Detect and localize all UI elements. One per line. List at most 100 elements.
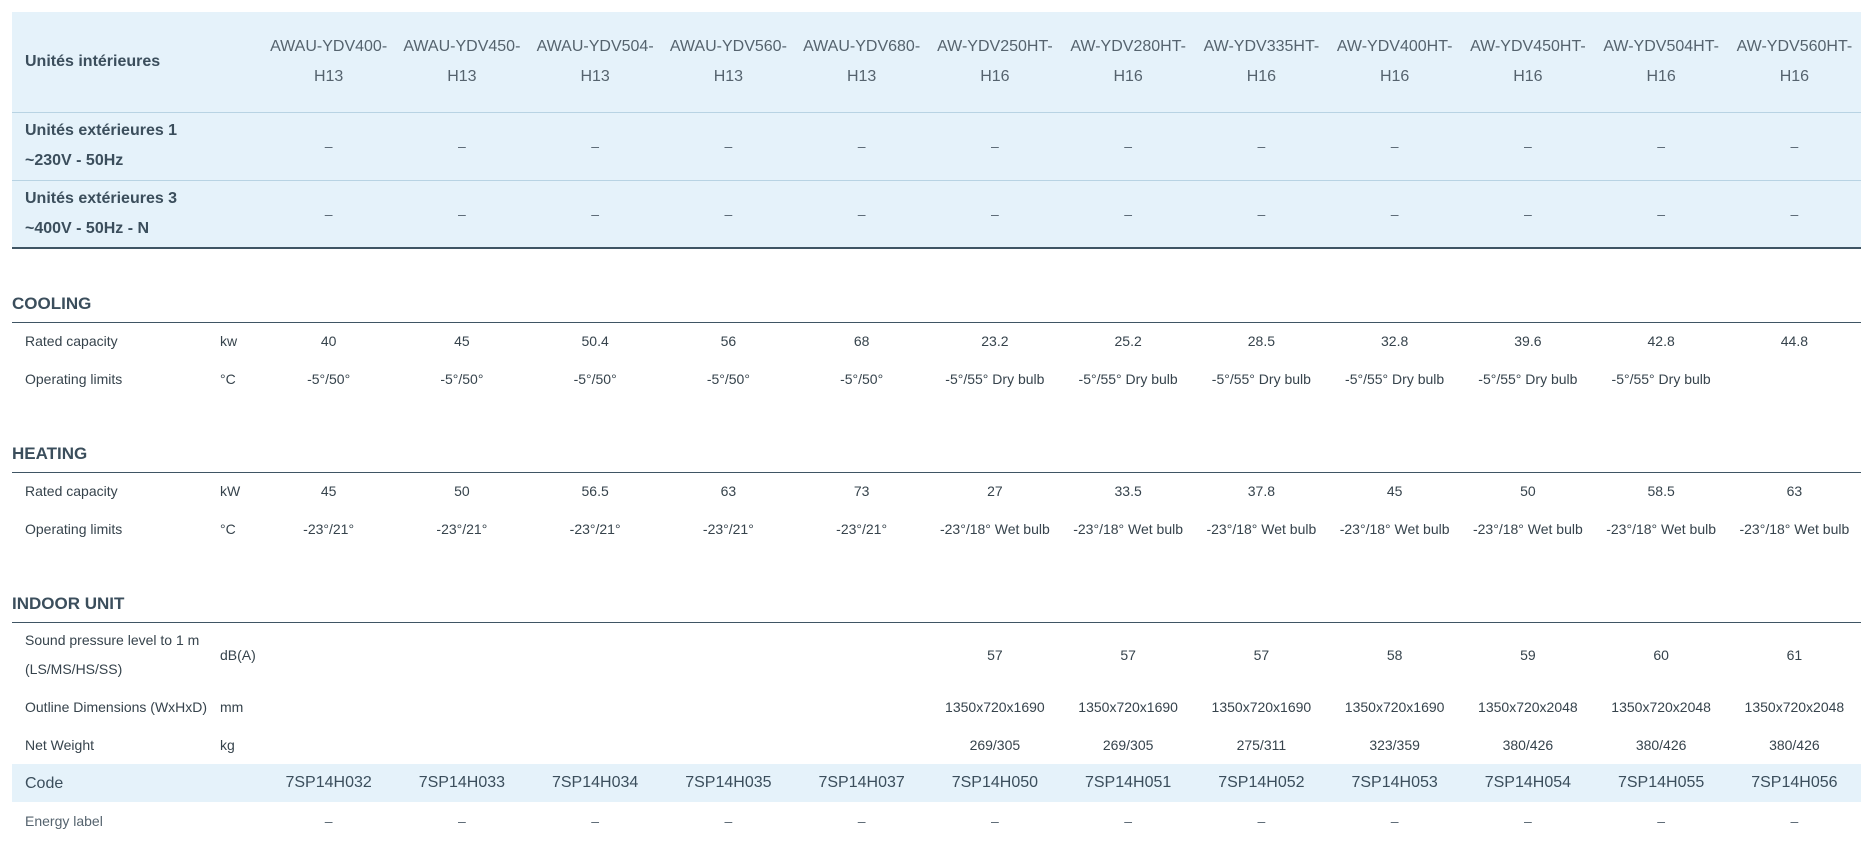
cell-value: 1350x720x2048 (1744, 699, 1845, 715)
cell-value: 1350x720x2048 (1478, 699, 1578, 715)
product-code: 7SP14H033 (395, 764, 529, 802)
row-label: Rated capacity (25, 332, 118, 349)
cell-value (395, 622, 528, 688)
heating-section-row: HEATING (12, 430, 1861, 473)
indoor-units-label: Unités intérieures (12, 12, 262, 113)
cell-value: 56 (720, 333, 737, 350)
cell-value: -23°/18° Wet bulb (1206, 521, 1317, 537)
cell-value: -23°/18° Wet bulb (1339, 521, 1450, 537)
model-name: AW-YDV335HT-H16 (1194, 12, 1328, 113)
outdoor-3-value: – (528, 180, 662, 249)
spec-table-container: Unités intérieures AWAU-YDV400-H13 AWAU-… (12, 12, 1861, 840)
outline-dimensions-row: Outline Dimensions (WxHxD) mm 1350x720x1… (12, 688, 1861, 726)
product-code: 7SP14H032 (262, 764, 396, 802)
cell-value: 50 (1520, 483, 1536, 500)
cooling-section-row: COOLING (12, 280, 1861, 323)
cell-value (262, 622, 395, 688)
cell-value: -5°/50° (840, 371, 884, 387)
outdoor-3-value: – (1461, 180, 1595, 249)
outdoor-3-value: – (795, 180, 929, 249)
cell-value: 60 (1653, 647, 1669, 664)
outdoor-1-value: – (262, 112, 396, 181)
product-code: 7SP14H053 (1328, 764, 1462, 802)
cell-value: 380/426 (1502, 737, 1554, 753)
cell-value: -5°/55° Dry bulb (1611, 371, 1711, 387)
cell-value: 57 (987, 647, 1003, 664)
cell-value (662, 726, 795, 764)
row-label: Operating limits (25, 370, 123, 387)
product-code: 7SP14H056 (1727, 764, 1861, 802)
model-name: AWAU-YDV450-H13 (395, 12, 529, 113)
cell-value: 61 (1786, 647, 1803, 664)
cell-value (529, 726, 662, 764)
outdoor-1-value: – (1461, 112, 1595, 181)
cell-value: -23°/18° Wet bulb (1739, 521, 1850, 537)
cell-value: -5°/50° (706, 371, 750, 387)
cell-value: -23°/21° (569, 521, 621, 537)
cooling-section-title: COOLING (12, 280, 1861, 323)
model-name: AW-YDV450HT-H16 (1461, 12, 1595, 113)
sound-pressure-row: Sound pressure level to 1 m (LS/MS/HS/SS)… (12, 622, 1861, 688)
cell-value: -23°/18° Wet bulb (1606, 521, 1717, 537)
cell-value: -23°/18° Wet bulb (939, 521, 1050, 537)
row-unit: °C (220, 371, 236, 387)
indoor-unit-section-title: INDOOR UNIT (12, 580, 1861, 623)
cell-value (262, 688, 395, 726)
cell-value: 58 (1386, 647, 1403, 664)
model-name: AWAU-YDV560-H13 (661, 12, 795, 113)
row-unit: dB(A) (220, 647, 256, 664)
cell-value: 42.8 (1647, 333, 1675, 350)
model-name: AWAU-YDV400-H13 (262, 12, 396, 113)
outdoor-1-value: – (661, 112, 795, 181)
cell-value: 25.2 (1114, 333, 1142, 350)
cooling-rated-capacity-row: Rated capacity kw 40 45 50.4 56 68 23.2 … (12, 322, 1861, 360)
outdoor-3-value: – (262, 180, 396, 249)
outdoor-1-value: – (1727, 112, 1861, 181)
outdoor-1-value: – (395, 112, 529, 181)
energy-label-value: – (1257, 813, 1266, 829)
outdoor-1-value: – (928, 112, 1062, 181)
energy-label-value: – (1390, 813, 1399, 829)
row-label: Outline Dimensions (WxHxD) (25, 698, 208, 715)
cell-value: 380/426 (1635, 737, 1687, 753)
cell-value (795, 622, 928, 688)
cell-value: -23°/18° Wet bulb (1073, 521, 1184, 537)
product-code: 7SP14H054 (1461, 764, 1595, 802)
product-code: 7SP14H035 (661, 764, 795, 802)
model-name: AWAU-YDV504-H13 (528, 12, 662, 113)
cell-value: 73 (853, 483, 870, 500)
cell-value: 58.5 (1647, 483, 1675, 500)
cell-value: -23°/21° (702, 521, 754, 537)
cell-value (662, 622, 795, 688)
cell-value: 1350x720x1690 (1211, 699, 1312, 715)
cell-value: 59 (1520, 647, 1536, 664)
row-label: Sound pressure level to 1 m (LS/MS/HS/SS) (25, 632, 200, 678)
outdoor-1-value: – (528, 112, 662, 181)
model-name: AW-YDV250HT-H16 (928, 12, 1062, 113)
product-code: 7SP14H034 (528, 764, 662, 802)
outdoor-1-row: Unités extérieures 1 ~230V - 50Hz – – – –… (12, 112, 1861, 181)
energy-label-value: – (1657, 813, 1666, 829)
cell-value: 27 (987, 483, 1003, 500)
energy-label-value: – (990, 813, 999, 829)
cell-value: 39.6 (1514, 333, 1542, 350)
outdoor-3-value: – (928, 180, 1062, 249)
cell-value: -23°/21° (303, 521, 355, 537)
energy-label-value: – (1124, 813, 1133, 829)
energy-label-value: – (1523, 813, 1532, 829)
cell-value: -5°/50° (573, 371, 617, 387)
energy-label-value: – (857, 813, 866, 829)
outdoor-3-value: – (661, 180, 795, 249)
cell-value: 269/305 (1102, 737, 1154, 753)
cell-value: 1350x720x2048 (1611, 699, 1711, 715)
model-name: AW-YDV560HT-H16 (1727, 12, 1861, 113)
heating-operating-limits-row: Operating limits °C -23°/21° -23°/21° -2… (12, 510, 1861, 548)
cell-value: 45 (1386, 483, 1403, 500)
cell-value: 57 (1253, 647, 1270, 664)
cell-value: 275/311 (1236, 737, 1287, 753)
cell-value (1728, 360, 1861, 398)
outdoor-1-value: – (1061, 112, 1195, 181)
energy-label-value: – (724, 813, 733, 829)
spec-table: Unités intérieures AWAU-YDV400-H13 AWAU-… (12, 12, 1861, 840)
cell-value: 32.8 (1381, 333, 1409, 350)
